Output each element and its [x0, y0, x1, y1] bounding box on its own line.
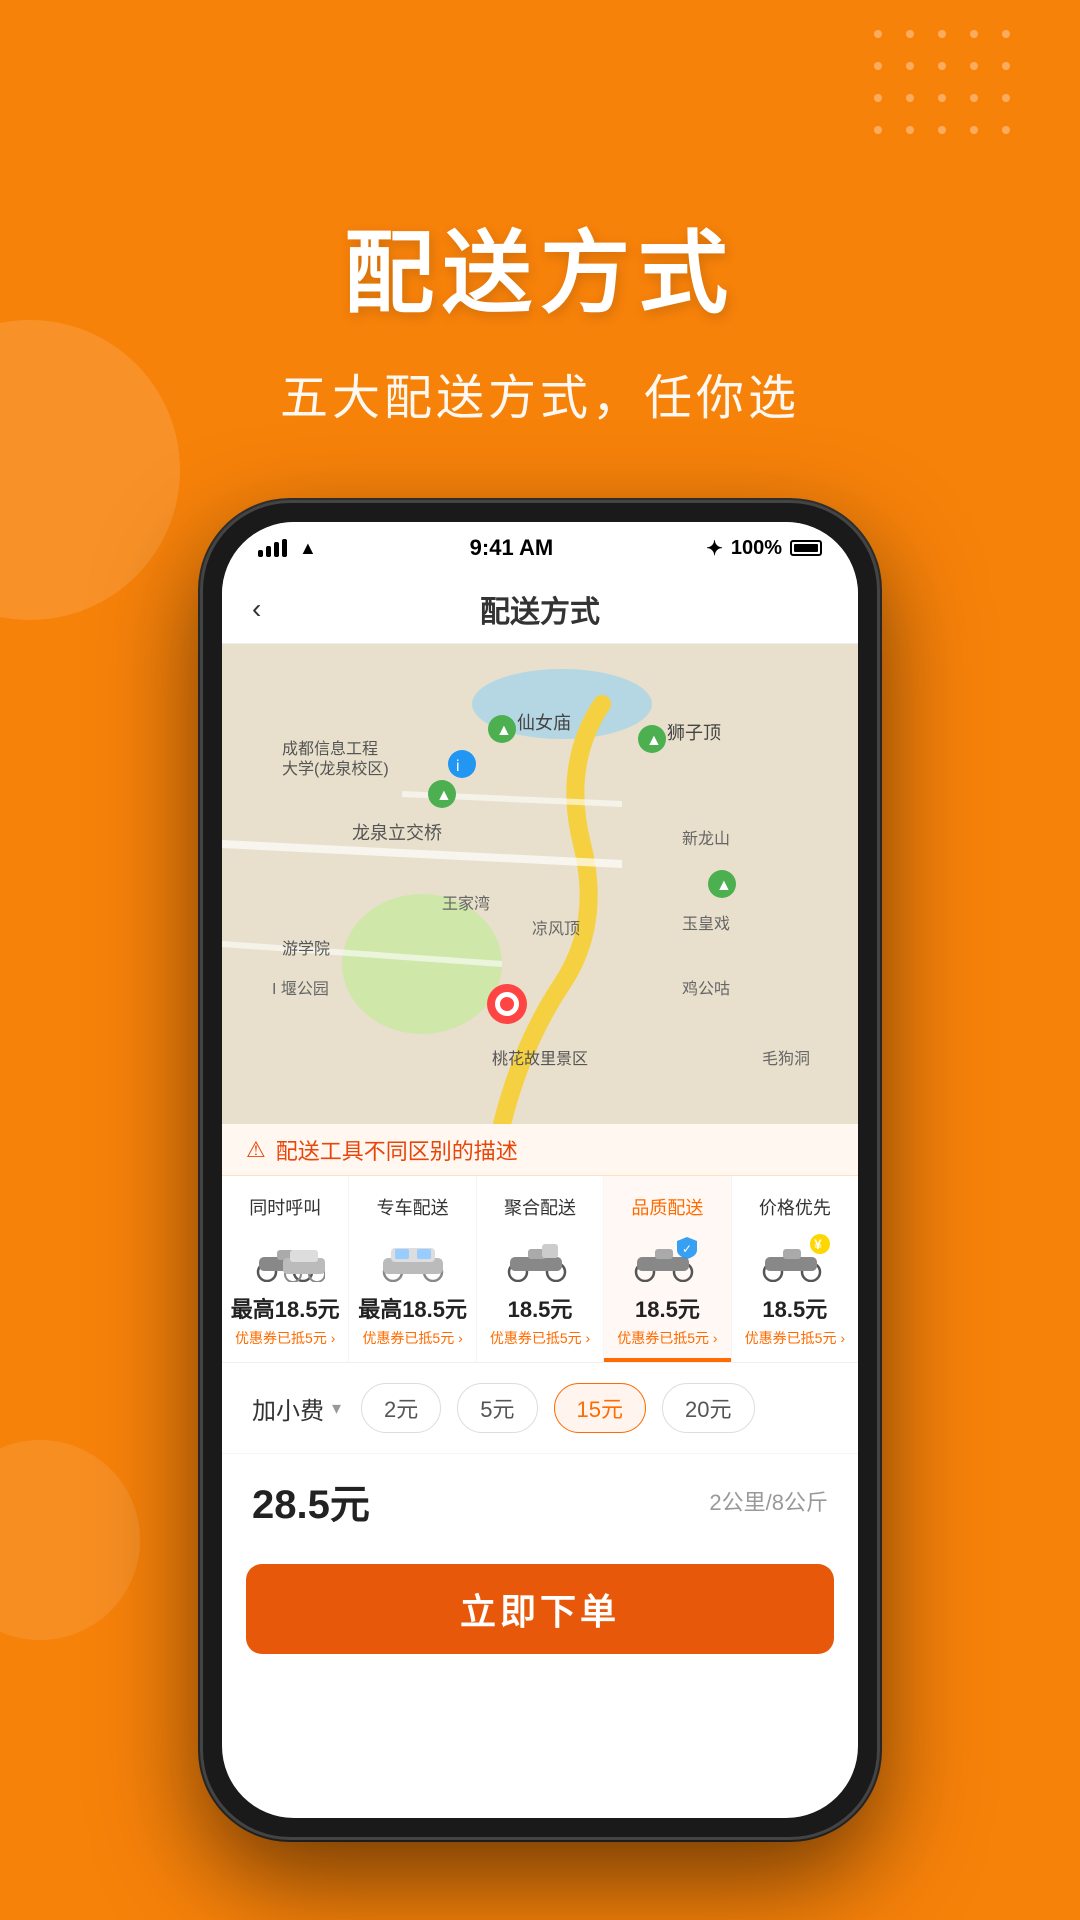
warning-banner: ⚠ 配送工具不同区别的描述 [222, 1124, 858, 1176]
tab-1-coupon: 优惠券已抵5元 › [235, 1328, 335, 1348]
map-area: 龙泉立交桥 王家湾 凉风顶 新龙山 玉皇戏 鸡公咕 I 堰公园 桃花故里景区 毛… [222, 644, 858, 1124]
svg-text:▲: ▲ [436, 787, 452, 804]
tab-4-coupon: 优惠券已抵5元 › [617, 1328, 717, 1348]
svg-text:仙女庙: 仙女庙 [517, 713, 571, 733]
tab-5-price: 18.5元 [762, 1292, 827, 1324]
tab-2-coupon: 优惠券已抵5元 › [362, 1328, 462, 1348]
tab-4-name: 品质配送 [631, 1194, 703, 1220]
tab-3-price: 18.5元 [508, 1292, 573, 1324]
tab-price-first[interactable]: 价格优先 ¥ 18.5元 优惠券已抵5元 › [732, 1176, 858, 1362]
addon-label: 加小费 ▾ [252, 1391, 341, 1426]
svg-text:龙泉立交桥: 龙泉立交桥 [352, 823, 442, 843]
phone-mockup: ▲ 9:41 AM ✦ 100% ‹ 配送方式 [200, 500, 880, 1840]
phone-screen: ▲ 9:41 AM ✦ 100% ‹ 配送方式 [222, 522, 858, 1818]
order-button-label: 立即下单 [460, 1583, 620, 1635]
svg-text:I 堰公园: I 堰公园 [272, 980, 329, 998]
svg-text:桃花故里景区: 桃花故里景区 [492, 1050, 588, 1068]
tab-2-price: 最高18.5元 [358, 1292, 467, 1324]
status-left: ▲ [258, 538, 317, 559]
addon-pill-2[interactable]: 2元 [361, 1383, 441, 1433]
wifi-icon: ▲ [299, 538, 317, 559]
addon-pill-5[interactable]: 5元 [457, 1383, 537, 1433]
tab-4-icon: ✓ [627, 1230, 707, 1284]
tab-4-active-bar [604, 1358, 730, 1362]
svg-text:狮子顶: 狮子顶 [667, 723, 721, 743]
svg-text:大学(龙泉校区): 大学(龙泉校区) [282, 760, 389, 778]
warning-text: 配送工具不同区别的描述 [276, 1134, 518, 1166]
status-right: ✦ 100% [706, 536, 822, 561]
svg-text:▲: ▲ [646, 732, 662, 749]
status-time: 9:41 AM [470, 535, 554, 561]
bg-decoration-circle-bottom [0, 1440, 140, 1640]
dropdown-icon[interactable]: ▾ [332, 1398, 341, 1419]
total-price: 28.5元 [252, 1472, 370, 1530]
tab-1-name: 同时呼叫 [249, 1194, 321, 1220]
svg-text:王家湾: 王家湾 [442, 895, 490, 913]
status-bar: ▲ 9:41 AM ✦ 100% [222, 522, 858, 574]
phone-outer-shell: ▲ 9:41 AM ✦ 100% ‹ 配送方式 [200, 500, 880, 1840]
svg-text:¥: ¥ [814, 1236, 822, 1252]
svg-text:成都信息工程: 成都信息工程 [282, 740, 378, 758]
header-section: 配送方式 五大配送方式，任你选 [0, 200, 1080, 428]
bluetooth-icon: ✦ [706, 536, 723, 561]
svg-text:✓: ✓ [682, 1242, 692, 1256]
nav-bar: ‹ 配送方式 [222, 574, 858, 644]
tab-aggregate[interactable]: 聚合配送 18.5元 优惠券已抵5元 › [477, 1176, 604, 1362]
distance-info: 2公里/8公斤 [709, 1485, 828, 1517]
svg-text:游学院: 游学院 [282, 940, 330, 958]
delivery-tabs: 同时呼叫 [222, 1176, 858, 1363]
order-button[interactable]: 立即下单 [246, 1564, 834, 1654]
tab-1-price: 最高18.5元 [231, 1292, 340, 1324]
addon-pill-15[interactable]: 15元 [554, 1383, 646, 1433]
tab-simultaneous-call[interactable]: 同时呼叫 [222, 1176, 349, 1362]
tab-2-name: 专车配送 [377, 1194, 449, 1220]
tab-1-icon [245, 1230, 325, 1284]
price-row: 28.5元 2公里/8公斤 [222, 1454, 858, 1548]
addon-row: 加小费 ▾ 2元 5元 15元 20元 [222, 1363, 858, 1454]
battery-percent: 100% [731, 537, 782, 560]
tab-3-icon [500, 1230, 580, 1284]
nav-title: 配送方式 [480, 587, 600, 631]
tab-5-coupon: 优惠券已抵5元 › [745, 1328, 845, 1348]
tab-4-price: 18.5元 [635, 1292, 700, 1324]
svg-text:鸡公咕: 鸡公咕 [682, 980, 730, 998]
sub-title: 五大配送方式，任你选 [0, 358, 1080, 428]
svg-text:凉风顶: 凉风顶 [532, 920, 580, 938]
tab-private-car[interactable]: 专车配送 最高18.5元 优惠券已抵5元 › [349, 1176, 476, 1362]
tab-3-coupon: 优惠券已抵5元 › [490, 1328, 590, 1348]
tab-3-name: 聚合配送 [504, 1194, 576, 1220]
warning-icon: ⚠ [246, 1137, 266, 1163]
svg-text:毛狗洞: 毛狗洞 [762, 1050, 810, 1068]
dot-grid-decoration [874, 30, 1020, 144]
svg-text:i: i [456, 758, 460, 775]
addon-pills: 2元 5元 15元 20元 [361, 1383, 754, 1433]
signal-bars [258, 539, 287, 557]
svg-text:新龙山: 新龙山 [682, 830, 730, 848]
back-button[interactable]: ‹ [252, 593, 292, 625]
svg-text:玉皇戏: 玉皇戏 [682, 915, 730, 933]
svg-text:▲: ▲ [716, 877, 732, 894]
tab-2-icon [373, 1230, 453, 1284]
tab-5-icon: ¥ [755, 1230, 835, 1284]
main-title: 配送方式 [0, 200, 1080, 330]
battery-icon [790, 540, 822, 556]
tab-quality[interactable]: 品质配送 ✓ 18.5元 优惠券已抵5元 › [604, 1176, 731, 1362]
svg-text:▲: ▲ [496, 722, 512, 739]
addon-pill-20[interactable]: 20元 [662, 1383, 754, 1433]
tab-5-name: 价格优先 [759, 1194, 831, 1220]
